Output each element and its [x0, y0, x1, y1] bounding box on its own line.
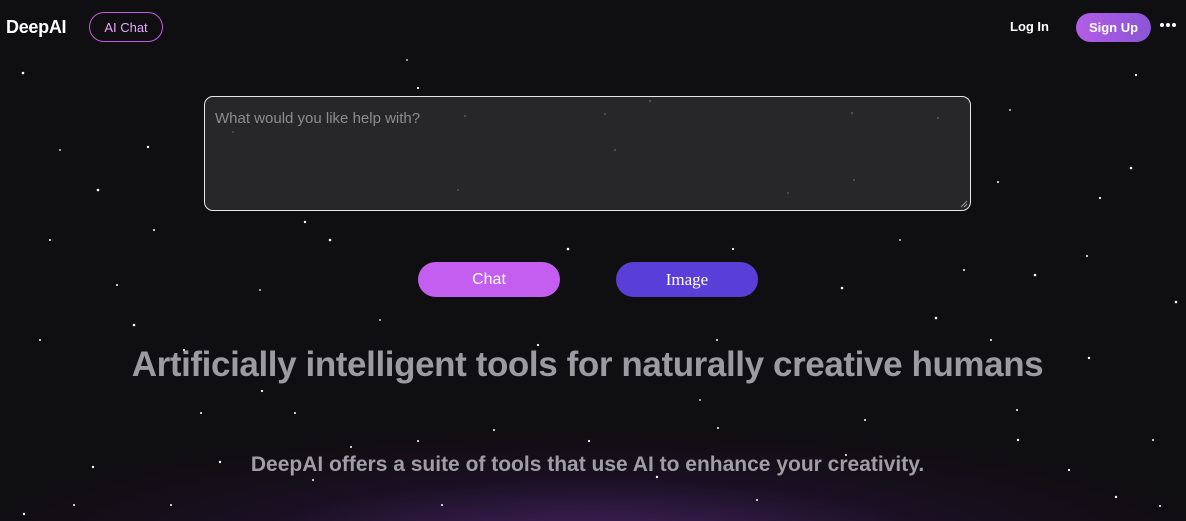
resize-handle-icon[interactable]	[960, 200, 968, 208]
prompt-input[interactable]	[204, 96, 971, 211]
starfield-background	[21, 59, 1178, 516]
image-button[interactable]: Image	[616, 262, 758, 297]
signup-button[interactable]: Sign Up	[1076, 13, 1151, 42]
hero-headline: Artificially intelligent tools for natur…	[131, 345, 1044, 384]
page: DeepAI AI Chat Log In Sign Up Chat Image…	[0, 0, 1186, 521]
deepai-logo[interactable]: DeepAI	[6, 17, 67, 38]
chat-button[interactable]: Chat	[418, 262, 560, 297]
login-link[interactable]: Log In	[1010, 19, 1049, 34]
hero-subline: DeepAI offers a suite of tools that use …	[250, 453, 925, 476]
more-horizontal-icon[interactable]	[1159, 18, 1177, 32]
ai-chat-button[interactable]: AI Chat	[89, 12, 163, 42]
